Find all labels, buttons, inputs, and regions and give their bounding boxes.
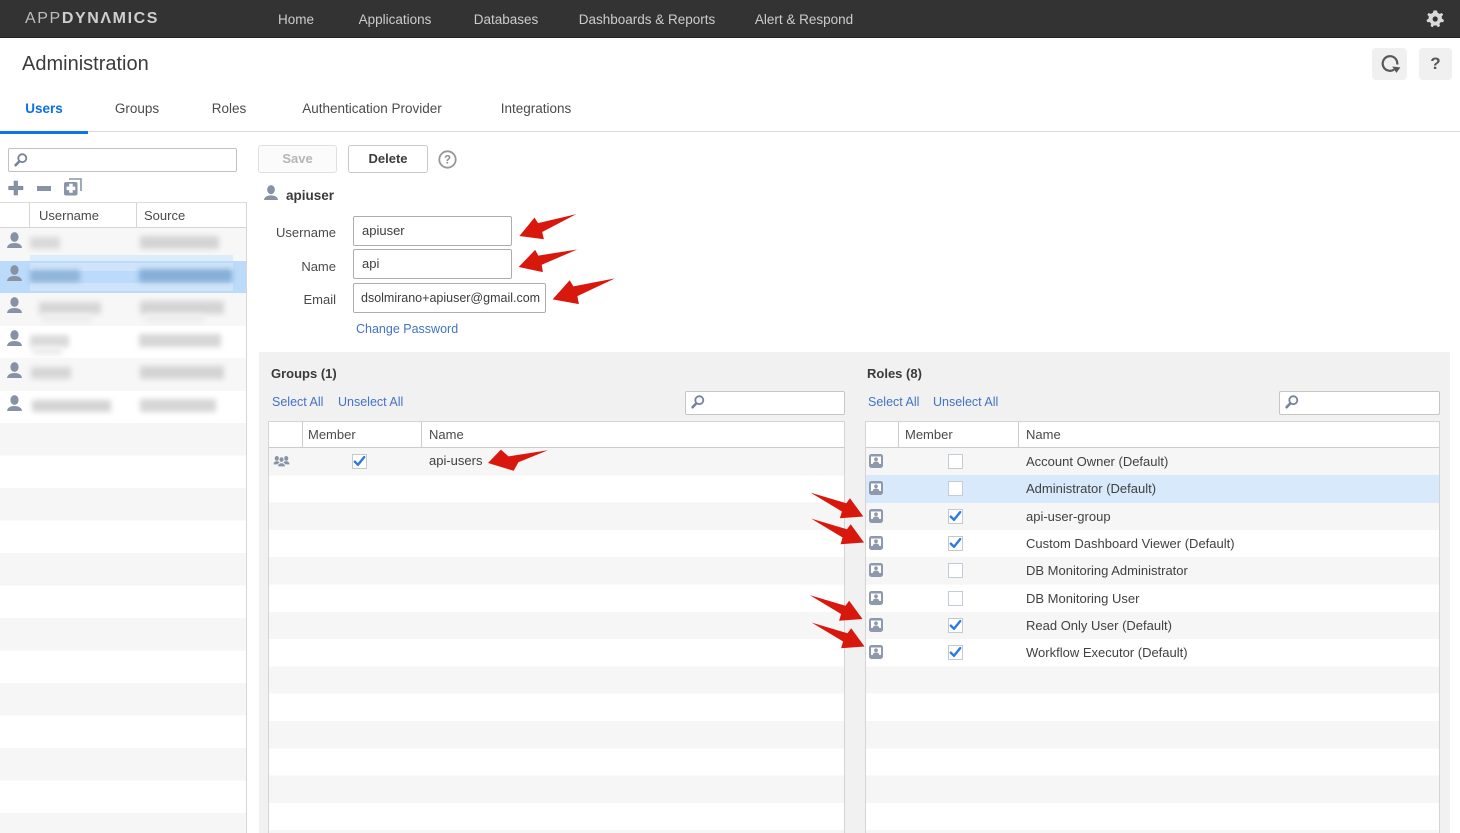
svg-text:?: ?	[444, 155, 451, 167]
